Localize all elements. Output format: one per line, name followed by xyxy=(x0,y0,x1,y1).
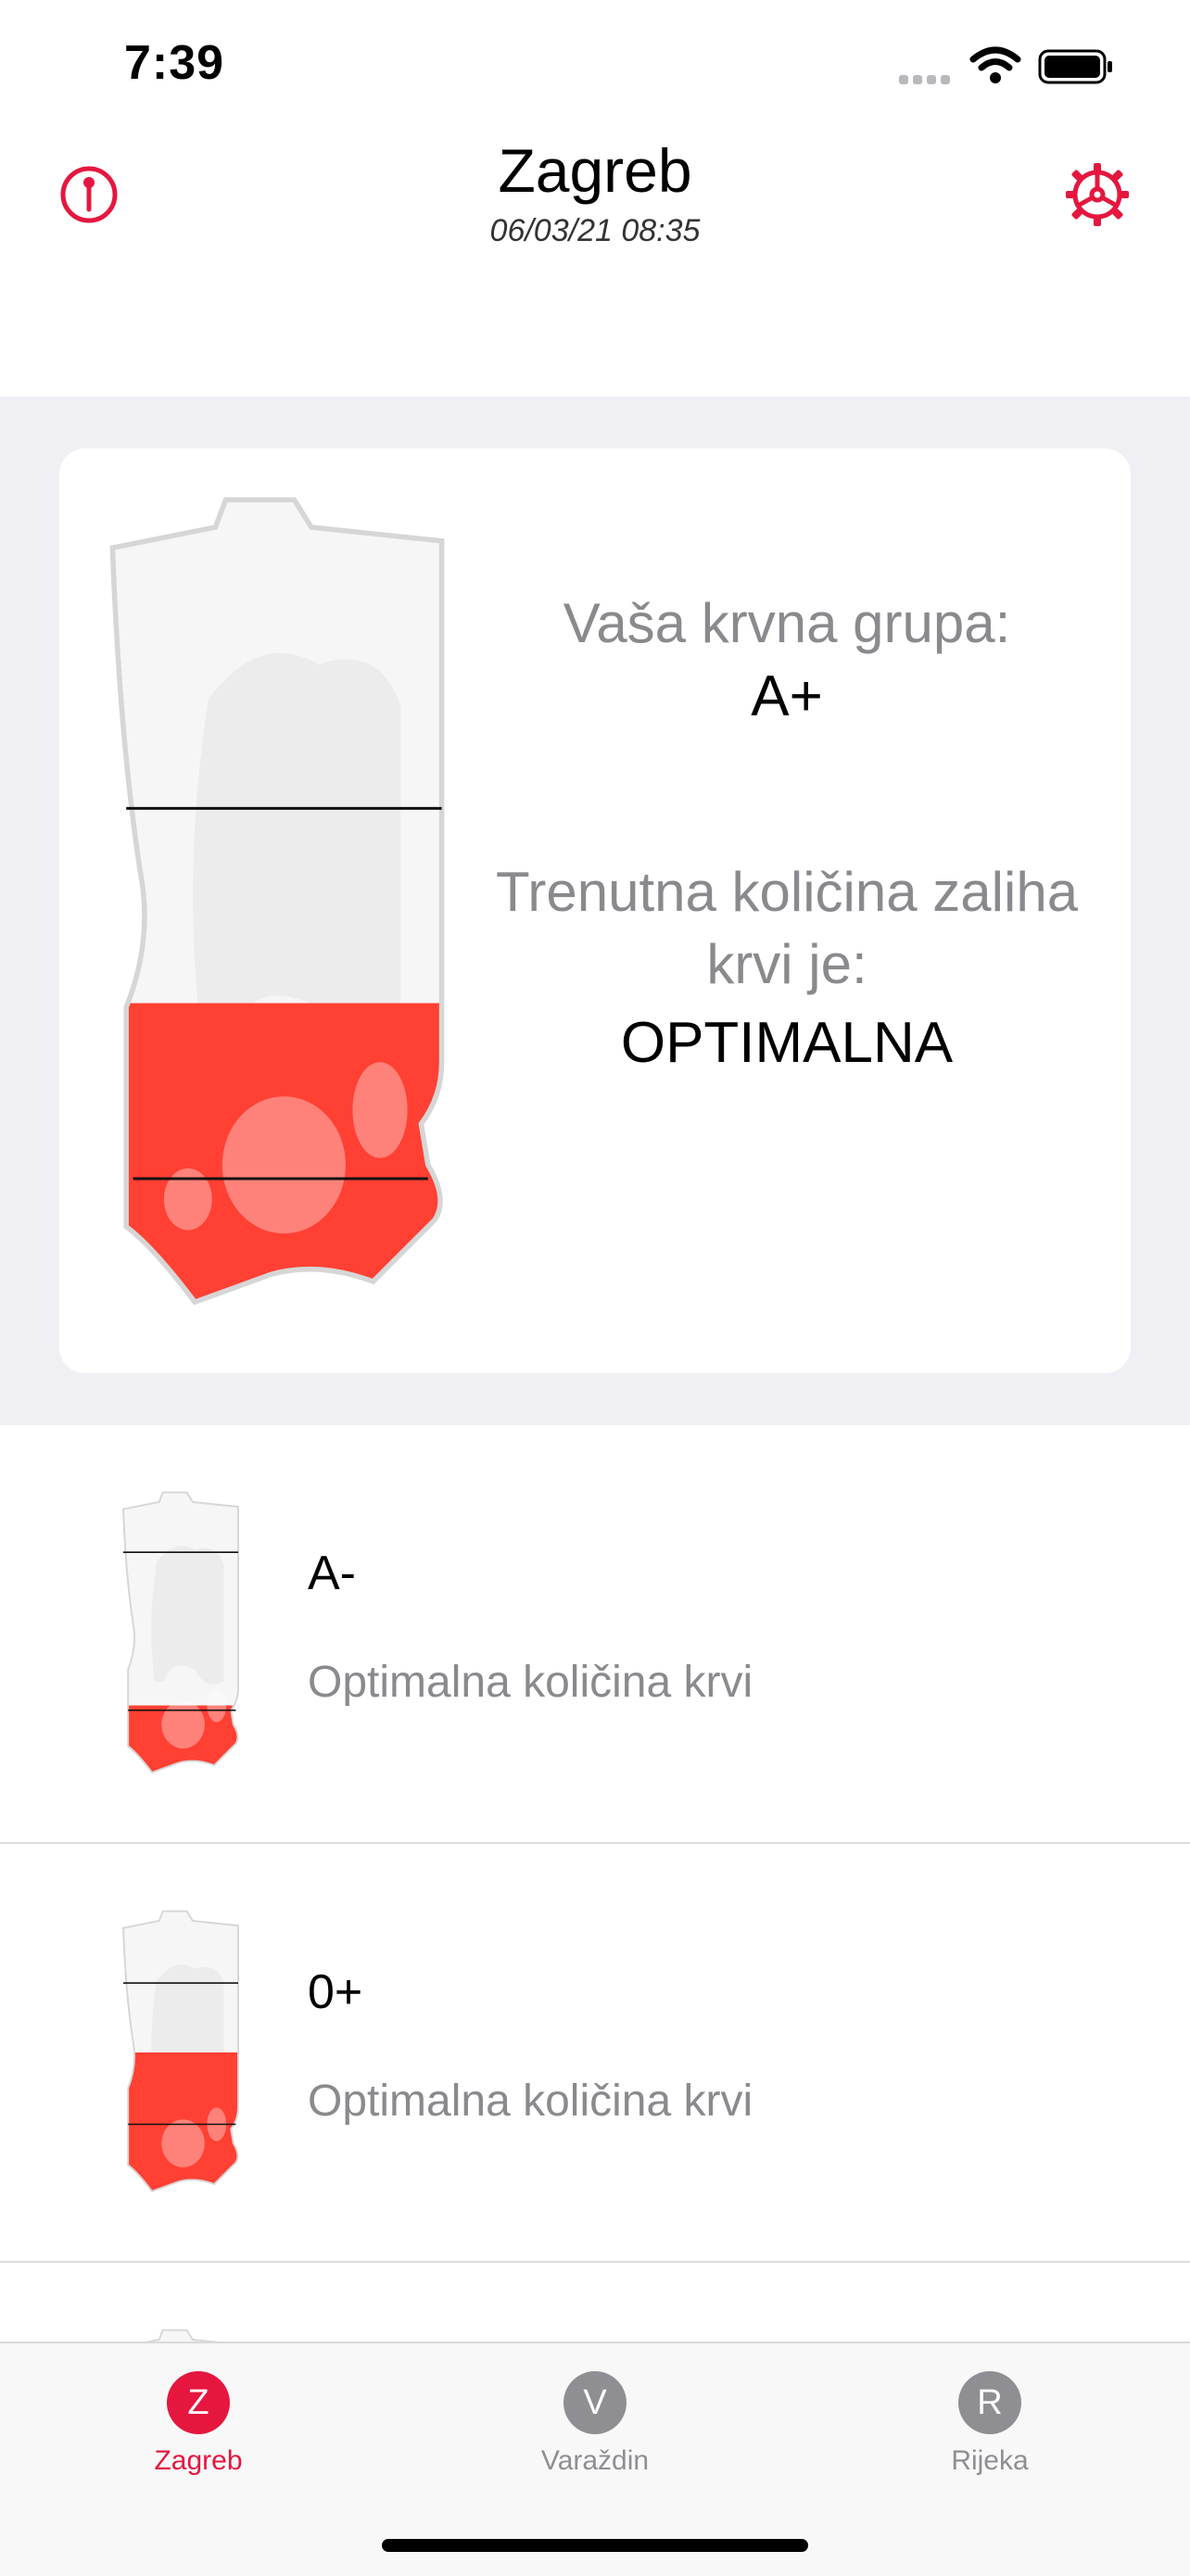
list-item[interactable]: 0+ Optimalna količina krvi xyxy=(0,1844,1190,2263)
tab-varazdin-label: Varaždin xyxy=(540,2445,650,2476)
blood-type-card: Vaša krvna grupa: A+ Trenutna količina z… xyxy=(59,448,1131,1373)
tab-varazdin[interactable]: V Varaždin xyxy=(456,2371,734,2477)
tab-rijeka[interactable]: R Rijeka xyxy=(851,2371,1129,2477)
header: Zagreb 06/03/21 08:35 xyxy=(0,130,1190,397)
list-item-status: Optimalna količina krvi xyxy=(308,1658,753,1707)
blood-group-list: A- Optimalna količina krvi 0+ Optimalna … xyxy=(0,1425,1190,2355)
cellular-signal-icon xyxy=(899,72,955,89)
home-indicator xyxy=(382,2539,808,2552)
settings-gear-icon[interactable] xyxy=(1060,158,1134,232)
stock-status-value: OPTIMALNA xyxy=(620,1011,954,1075)
tab-zagreb-icon: Z xyxy=(167,2371,230,2434)
list-item[interactable]: A- Optimalna količina krvi xyxy=(0,1425,1190,1844)
last-updated-datetime: 06/03/21 08:35 xyxy=(489,213,701,248)
list-item-group: 0+ xyxy=(308,1965,363,2019)
status-bar: 7:39 xyxy=(0,0,1190,130)
tab-zagreb-label: Zagreb xyxy=(154,2445,243,2476)
page-title: Zagreb xyxy=(498,136,692,205)
blood-bag-icon xyxy=(122,1910,239,2192)
blood-group-label: Vaša krvna grupa: xyxy=(563,592,1011,654)
blood-group-value: A+ xyxy=(751,664,823,728)
stock-label-line1: Trenutna količina zaliha xyxy=(495,861,1079,923)
tab-varazdin-icon: V xyxy=(563,2371,627,2434)
battery-icon xyxy=(1038,49,1112,84)
tab-zagreb[interactable]: Z Zagreb xyxy=(59,2371,337,2477)
tab-rijeka-icon: R xyxy=(958,2371,1021,2434)
stock-label-line2: krvi je: xyxy=(706,933,867,995)
blood-bag-icon xyxy=(109,497,445,1306)
list-item-status: Optimalna količina krvi xyxy=(308,2077,753,2126)
wifi-icon xyxy=(969,46,1021,83)
tab-rijeka-label: Rijeka xyxy=(951,2445,1029,2476)
blood-bag-icon xyxy=(122,1491,239,1774)
list-item-group: A- xyxy=(308,1547,356,1600)
status-time: 7:39 xyxy=(124,36,225,90)
